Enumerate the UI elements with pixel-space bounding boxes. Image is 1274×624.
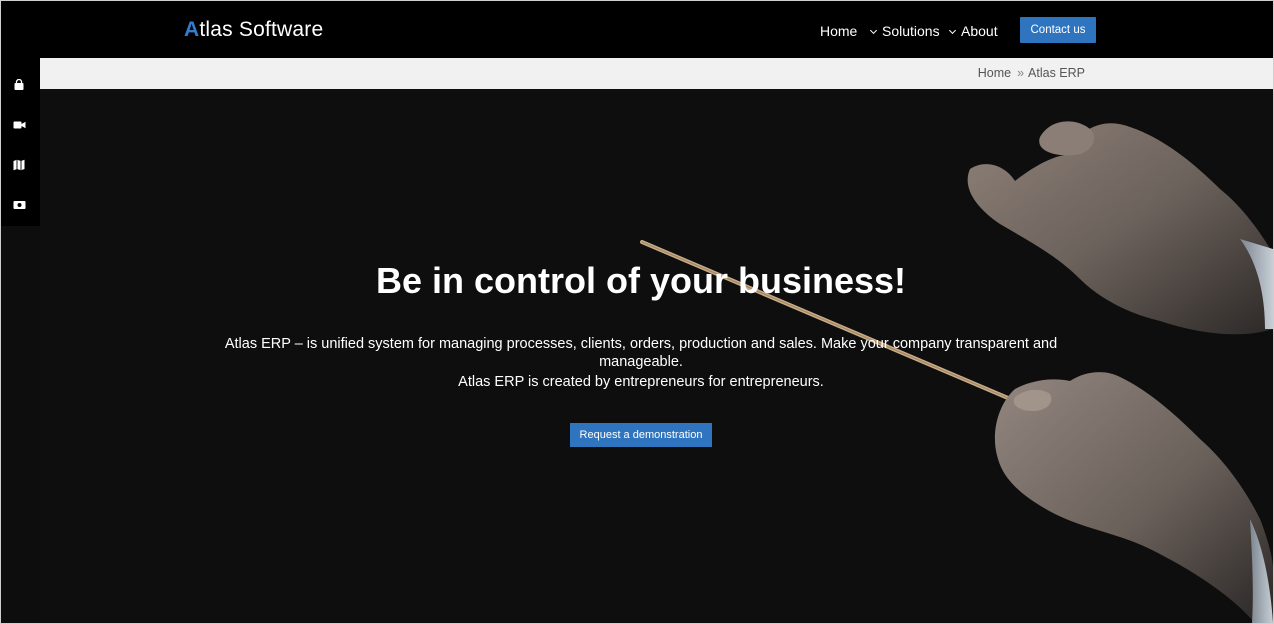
nav-home[interactable]: Home [820, 23, 857, 39]
hero-description: Atlas ERP – is unified system for managi… [224, 336, 1058, 370]
money-bill-icon[interactable] [12, 198, 26, 212]
logo-text: tlas Software [199, 18, 324, 41]
chevron-down-icon [948, 26, 957, 35]
map-icon[interactable] [12, 158, 26, 172]
breadcrumb: Home » Atlas ERP [978, 66, 1085, 80]
hero-tagline: Atlas ERP is created by entrepreneurs fo… [458, 374, 824, 390]
chevron-down-icon [869, 26, 878, 35]
breadcrumb-current: Atlas ERP [1028, 66, 1085, 80]
site-logo[interactable]: Atlas Software [184, 18, 323, 42]
nav-about-label: About [961, 23, 998, 39]
hero-section: Be in control of your business! Atlas ER… [40, 89, 1273, 623]
breadcrumb-bar: Home » Atlas ERP [40, 58, 1273, 89]
nav-about[interactable]: About [948, 23, 998, 39]
nav-solutions[interactable]: Solutions [869, 23, 940, 39]
breadcrumb-separator: » [1017, 66, 1025, 80]
logo-initial: A [184, 18, 200, 41]
request-demonstration-button[interactable]: Request a demonstration [570, 423, 712, 447]
hero-title: Be in control of your business! [375, 260, 907, 301]
browser-viewport: Atlas Software Home Solutions About Cont… [0, 0, 1274, 624]
side-icon-bar [1, 58, 40, 226]
contact-us-button[interactable]: Contact us [1020, 17, 1096, 43]
shopping-bag-icon[interactable] [12, 78, 26, 92]
site-header: Atlas Software Home Solutions About Cont… [1, 1, 1273, 58]
video-camera-icon[interactable] [12, 118, 26, 132]
breadcrumb-home-link[interactable]: Home [978, 66, 1011, 80]
nav-home-label: Home [820, 23, 858, 39]
nav-solutions-label: Solutions [882, 23, 940, 39]
